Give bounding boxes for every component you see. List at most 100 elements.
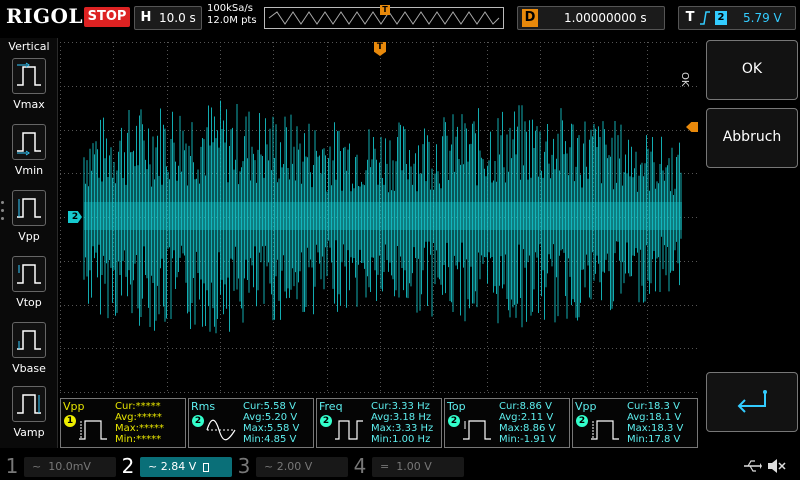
vtop-icon [463, 420, 491, 440]
channel-scale: 1.00 V [396, 460, 432, 473]
trigger-delay[interactable]: D 1.00000000 s [517, 6, 665, 30]
delay-key: D [522, 9, 538, 27]
measurement-cur: Cur:8.86 V [499, 401, 552, 412]
freq-icon [335, 420, 363, 440]
rising-edge-icon [700, 11, 710, 25]
top-status-bar: RIGOL STOP H 10.0 s 100kSa/s 12.0M pts T… [0, 0, 800, 38]
vtop-icon [12, 256, 46, 292]
measurement-min: Min:1.00 Hz [371, 434, 431, 445]
measurement-avg: Avg:18.1 V [627, 412, 682, 423]
sidebar-item-vtop[interactable]: Vtop [6, 256, 52, 318]
timebase-value: 10.0 s [159, 11, 196, 25]
sidebar-item-vmin[interactable]: Vmin [6, 124, 52, 186]
channel-2-tab[interactable]: 2 ~ 2.84 V [118, 454, 234, 478]
memory-trigger-marker: T [380, 5, 390, 15]
measurement-name: Vpp [63, 400, 85, 413]
channel-3-tab[interactable]: 3 ~ 2.00 V [234, 454, 350, 478]
measurement-cur: Cur:18.3 V [627, 401, 680, 412]
acquisition-info: 100kSa/s 12.0M pts [207, 3, 257, 27]
channel-scale: 2.84 V [160, 460, 197, 473]
sample-rate: 100kSa/s [207, 3, 253, 14]
coupling-icon: ~ [32, 460, 42, 473]
ok-side-label: OK [679, 72, 690, 87]
horizontal-key: H [140, 10, 152, 25]
cancel-button-label: Abbruch [722, 129, 782, 145]
measurement-top-ch2[interactable]: Top 2 Cur:8.86 V Avg:2.11 V Max:8.86 V M… [444, 398, 570, 448]
measurement-values: Cur:5.58 V Avg:5.20 V Max:5.58 V Min:4.8… [243, 401, 299, 445]
sidebar-item-label: Vtop [16, 296, 42, 309]
channel-1-tab[interactable]: 1 ~ 10.0mV [2, 454, 118, 478]
sidebar-page-dots [1, 201, 5, 225]
measurement-name: Rms [191, 400, 216, 413]
sidebar-item-label: Vpp [18, 230, 40, 243]
trigger-source-badge: 2 [715, 11, 727, 25]
measurement-min: Min:-1.91 V [499, 434, 557, 445]
measurement-rms-ch2[interactable]: Rms 2 Cur:5.58 V Avg:5.20 V Max:5.58 V M… [188, 398, 314, 448]
brand-logo: RIGOL [6, 4, 84, 28]
memory-map: T [264, 5, 504, 29]
channel-scale-box: = 1.00 V [372, 457, 464, 477]
vpp-icon [79, 420, 107, 440]
measurement-max: Max:5.58 V [243, 423, 300, 434]
memory-depth: 12.0M pts [207, 15, 257, 26]
channel-badge: 2 [320, 415, 332, 427]
channel-number: 1 [5, 454, 19, 478]
sidebar-item-label: Vamp [13, 426, 45, 439]
channel-badge: 1 [64, 415, 76, 427]
sidebar-item-label: Vmin [14, 164, 44, 177]
rms-icon [206, 419, 236, 441]
channel-scale: 10.0mV [48, 460, 91, 473]
speaker-mute-icon[interactable] [766, 457, 786, 475]
usb-icon [744, 460, 762, 472]
trigger-settings[interactable]: T 2 5.79 V [678, 6, 796, 30]
run-stop-button[interactable]: STOP [84, 7, 130, 27]
enter-icon [737, 390, 767, 413]
channel-bar: 1 ~ 10.0mV 2 ~ 2.84 V 3 ~ 2.00 V 4 = 1.0… [0, 452, 800, 480]
channel-2-waveform [83, 100, 682, 334]
measurement-min: Min:4.85 V [243, 434, 297, 445]
channel-scale: 2.00 V [276, 460, 313, 473]
measurement-values: Cur:18.3 V Avg:18.1 V Max:18.3 V Min:17.… [627, 401, 683, 445]
sidebar-item-vbase[interactable]: Vbase [6, 322, 52, 384]
channel-badge: 2 [448, 415, 460, 427]
trigger-key: T [685, 10, 695, 25]
trigger-level: 5.79 V [743, 11, 782, 25]
cancel-button[interactable]: Abbruch [706, 108, 798, 168]
delay-value: 1.00000000 s [564, 11, 647, 25]
measurement-cur: Cur:3.33 Hz [371, 401, 430, 412]
measurement-max: Max:18.3 V [627, 423, 684, 434]
measurement-vpp-ch1[interactable]: Vpp 1 Cur:***** Avg:***** Max:***** Min:… [60, 398, 186, 448]
coupling-icon: ~ [264, 460, 274, 473]
measurement-values: Cur:3.33 Hz Avg:3.18 Hz Max:3.33 Hz Min:… [371, 401, 433, 445]
sidebar-item-vpp[interactable]: Vpp [6, 190, 52, 252]
sidebar-item-label: Vbase [12, 362, 46, 375]
measurement-avg: Avg:***** [115, 412, 162, 423]
ok-button[interactable]: OK [706, 40, 798, 100]
measurement-min: Min:17.8 V [627, 434, 681, 445]
coupling-icon: = [380, 460, 390, 473]
measurement-cur: Cur:***** [115, 401, 161, 412]
measurement-vpp-ch2[interactable]: Vpp 2 Cur:18.3 V Avg:18.1 V Max:18.3 V M… [572, 398, 698, 448]
enter-button[interactable] [706, 372, 798, 432]
sidebar-item-vmax[interactable]: Vmax [6, 58, 52, 120]
waveform-display[interactable]: 2 T [60, 38, 700, 396]
vpp-icon [591, 420, 619, 440]
sidebar-item-vamp[interactable]: Vamp [6, 386, 52, 448]
channel-number: 2 [121, 454, 135, 478]
vmax-icon [12, 58, 46, 94]
sidebar-title: Vertical [8, 40, 50, 53]
horizontal-timebase[interactable]: H 10.0 s [134, 6, 202, 30]
channel-scale-box: ~ 2.00 V [256, 457, 348, 477]
measurement-max: Max:3.33 Hz [371, 423, 434, 434]
vpp-icon [12, 190, 46, 226]
measurement-name: Vpp [575, 400, 597, 413]
measurement-avg: Avg:5.20 V [243, 412, 298, 423]
measurement-name: Top [447, 400, 466, 413]
measurement-cur: Cur:5.58 V [243, 401, 296, 412]
measurement-freq-ch2[interactable]: Freq 2 Cur:3.33 Hz Avg:3.18 Hz Max:3.33 … [316, 398, 442, 448]
channel-badge: 2 [576, 415, 588, 427]
vmin-icon [12, 124, 46, 160]
channel-4-tab[interactable]: 4 = 1.00 V [350, 454, 466, 478]
measurement-avg: Avg:3.18 Hz [371, 412, 432, 423]
ok-button-label: OK [741, 61, 763, 77]
